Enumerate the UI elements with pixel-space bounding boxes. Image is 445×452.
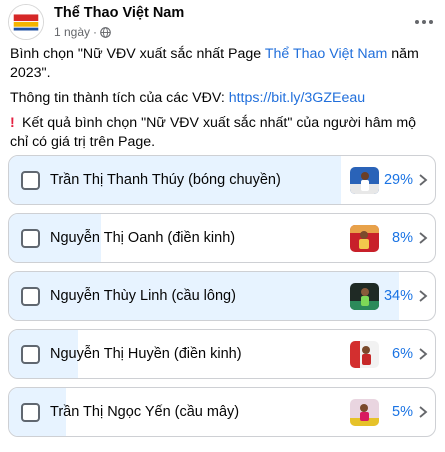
- athlete-thumbnail: [350, 341, 379, 368]
- poll-option-percent: 5%: [392, 404, 413, 420]
- poll-option-percent: 6%: [392, 346, 413, 362]
- poll-option-percent: 29%: [383, 172, 413, 188]
- poll-checkbox[interactable]: [21, 229, 40, 248]
- poll: Trần Thị Thanh Thúy (bóng chuyền) 29% Ng…: [8, 155, 436, 445]
- chevron-right-icon: [419, 290, 428, 302]
- poll-checkbox[interactable]: [21, 287, 40, 306]
- poll-option-label: Nguyễn Thùy Linh (cầu lông): [50, 288, 236, 304]
- post-time[interactable]: 1 ngày: [54, 25, 90, 39]
- post-meta: 1 ngày ·: [54, 25, 111, 39]
- more-options-icon[interactable]: [412, 10, 436, 34]
- poll-option[interactable]: Trần Thị Thanh Thúy (bóng chuyền) 29%: [8, 155, 436, 205]
- post-header: Thể Thao Việt Nam 1 ngày ·: [8, 4, 438, 40]
- exclamation-icon: !: [10, 115, 15, 131]
- poll-checkbox[interactable]: [21, 171, 40, 190]
- athlete-thumbnail: [350, 225, 379, 252]
- poll-checkbox[interactable]: [21, 403, 40, 422]
- poll-option-percent: 8%: [392, 230, 413, 246]
- athlete-thumbnail: [350, 167, 379, 194]
- post-line-3: ! Kết quả bình chọn "Nữ VĐV xuất sắc nhất…: [10, 115, 417, 150]
- poll-option[interactable]: Trần Thị Ngọc Yến (cầu mây) 5%: [8, 387, 436, 437]
- meta-separator: ·: [93, 25, 98, 39]
- poll-option[interactable]: Nguyễn Thị Oanh (điền kinh) 8%: [8, 213, 436, 263]
- chevron-right-icon: [419, 232, 428, 244]
- poll-option-label: Nguyễn Thị Huyền (điền kinh): [50, 346, 242, 362]
- post-line-1: Bình chọn "Nữ VĐV xuất sắc nhất Page Thể…: [10, 46, 419, 81]
- chevron-right-icon: [419, 406, 428, 418]
- page-avatar[interactable]: [8, 4, 44, 40]
- poll-option[interactable]: Nguyễn Thị Huyền (điền kinh) 6%: [8, 329, 436, 379]
- page-logo-icon: [9, 5, 43, 39]
- chevron-right-icon: [419, 348, 428, 360]
- poll-option-label: Trần Thị Ngọc Yến (cầu mây): [50, 404, 240, 420]
- poll-option-label: Nguyễn Thị Oanh (điền kinh): [50, 230, 236, 246]
- globe-icon: [100, 26, 111, 38]
- poll-option[interactable]: Nguyễn Thùy Linh (cầu lông) 34%: [8, 271, 436, 321]
- poll-option-percent: 34%: [383, 288, 413, 304]
- page-link[interactable]: Thể Thao Việt Nam: [265, 46, 388, 62]
- athlete-thumbnail: [350, 399, 379, 426]
- info-link[interactable]: https://bit.ly/3GZEeau: [229, 90, 365, 106]
- post-line-2: Thông tin thành tích của các VĐV: https:…: [10, 90, 366, 106]
- poll-checkbox[interactable]: [21, 345, 40, 364]
- page-name[interactable]: Thể Thao Việt Nam: [54, 5, 184, 21]
- chevron-right-icon: [419, 174, 428, 186]
- post-body: Bình chọn "Nữ VĐV xuất sắc nhất Page Thể…: [10, 45, 438, 158]
- poll-option-label: Trần Thị Thanh Thúy (bóng chuyền): [50, 172, 281, 188]
- athlete-thumbnail: [350, 283, 379, 310]
